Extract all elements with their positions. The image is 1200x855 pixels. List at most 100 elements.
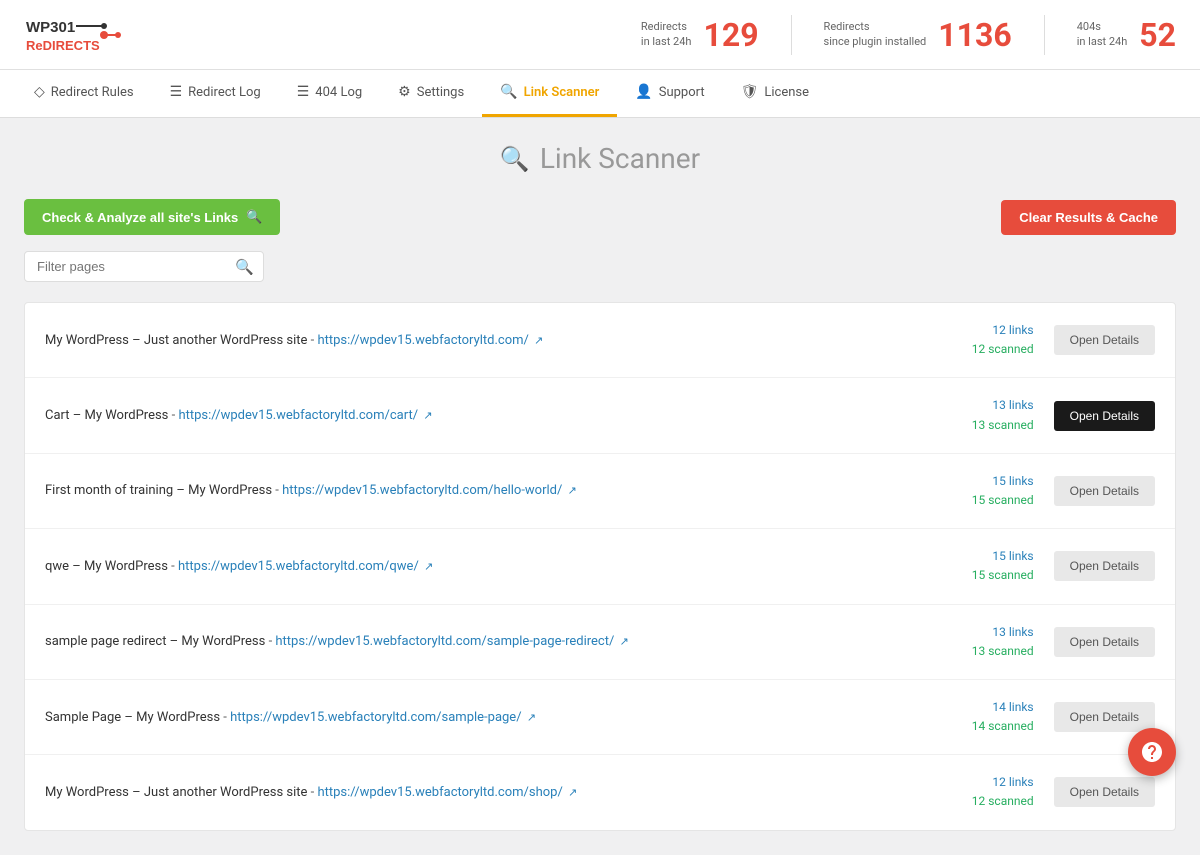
license-icon: 🛡 — [741, 84, 759, 100]
stat-redirects-24h-label: Redirects in last 24h — [641, 20, 692, 49]
stat-redirects-total-value: 1136 — [938, 19, 1011, 51]
external-link-icon: ↗ — [568, 786, 577, 799]
page-row: First month of training – My WordPress -… — [25, 454, 1175, 529]
redirect-log-icon: ☰ — [170, 84, 183, 100]
main-content: 🔍 Link Scanner Check & Analyze all site'… — [0, 118, 1200, 855]
external-link-icon: ↗ — [527, 711, 536, 724]
stat-links: 12 links — [972, 773, 1034, 792]
support-icon: 👤 — [635, 84, 652, 100]
open-details-button[interactable]: Open Details — [1054, 401, 1155, 431]
svg-text:WP301: WP301 — [26, 19, 75, 36]
external-link-icon: ↗ — [620, 635, 629, 648]
stat-404s-24h-label: 404s in last 24h — [1077, 20, 1128, 49]
stat-links: 13 links — [972, 623, 1034, 642]
page-row: qwe – My WordPress - https://wpdev15.web… — [25, 529, 1175, 604]
toolbar: Check & Analyze all site's Links 🔍 Clear… — [24, 199, 1176, 235]
page-title-text: Sample Page – My WordPress — [45, 710, 220, 725]
page-url[interactable]: https://wpdev15.webfactoryltd.com/sample… — [230, 710, 521, 725]
pages-list: My WordPress – Just another WordPress si… — [24, 302, 1176, 831]
page-url[interactable]: https://wpdev15.webfactoryltd.com/sample… — [275, 634, 614, 649]
tab-404-log[interactable]: ☰ 404 Log — [279, 70, 380, 117]
page-stats: 15 links 15 scanned — [972, 547, 1034, 585]
open-details-button[interactable]: Open Details — [1054, 777, 1155, 807]
floating-support-icon — [1140, 740, 1164, 764]
stat-scanned: 13 scanned — [972, 642, 1034, 661]
stat-scanned: 13 scanned — [972, 416, 1034, 435]
open-details-button[interactable]: Open Details — [1054, 325, 1155, 355]
open-details-button[interactable]: Open Details — [1054, 551, 1155, 581]
tab-license[interactable]: 🛡 License — [723, 70, 827, 117]
page-stats: 12 links 12 scanned — [972, 321, 1034, 359]
page-url[interactable]: https://wpdev15.webfactoryltd.com/cart/ — [178, 408, 418, 423]
page-stats: 14 links 14 scanned — [972, 698, 1034, 736]
divider-1 — [791, 15, 792, 55]
external-link-icon: ↗ — [424, 560, 433, 573]
stat-links: 15 links — [972, 547, 1034, 566]
stat-redirects-24h: Redirects in last 24h 129 — [641, 19, 759, 51]
page-row: sample page redirect – My WordPress - ht… — [25, 605, 1175, 680]
stat-scanned: 15 scanned — [972, 491, 1034, 510]
external-link-icon: ↗ — [534, 334, 543, 347]
stat-scanned: 15 scanned — [972, 566, 1034, 585]
page-title-text: First month of training – My WordPress — [45, 483, 272, 498]
stat-404s-24h: 404s in last 24h 52 — [1077, 19, 1176, 51]
stat-links: 15 links — [972, 472, 1034, 491]
stat-scanned: 12 scanned — [972, 340, 1034, 359]
page-title-text: qwe – My WordPress — [45, 559, 168, 574]
tab-redirect-rules[interactable]: ◇ Redirect Rules — [16, 70, 152, 117]
svg-text:ReDIRECTS: ReDIRECTS — [26, 38, 100, 53]
page-url[interactable]: https://wpdev15.webfactoryltd.com/ — [317, 333, 528, 348]
page-info: Cart – My WordPress - https://wpdev15.we… — [45, 408, 972, 423]
tab-support[interactable]: 👤 Support — [617, 70, 722, 117]
logo-area: WP301 ReDIRECTS — [24, 10, 134, 60]
page-title: Link Scanner — [540, 142, 700, 175]
stat-links: 12 links — [972, 321, 1034, 340]
page-stats: 15 links 15 scanned — [972, 472, 1034, 510]
filter-pages-input[interactable] — [24, 251, 264, 282]
page-title-text: My WordPress – Just another WordPress si… — [45, 333, 307, 348]
page-info: sample page redirect – My WordPress - ht… — [45, 634, 972, 649]
page-url[interactable]: https://wpdev15.webfactoryltd.com/hello-… — [282, 483, 562, 498]
page-info: First month of training – My WordPress -… — [45, 483, 972, 498]
page-row: Sample Page – My WordPress - https://wpd… — [25, 680, 1175, 755]
page-info: Sample Page – My WordPress - https://wpd… — [45, 710, 972, 725]
page-title-text: sample page redirect – My WordPress — [45, 634, 265, 649]
clear-cache-button[interactable]: Clear Results & Cache — [1001, 200, 1176, 235]
filter-input-wrap: 🔍 — [24, 251, 264, 282]
open-details-button[interactable]: Open Details — [1054, 476, 1155, 506]
link-scanner-icon: 🔍 — [500, 84, 517, 100]
nav-tabs: ◇ Redirect Rules ☰ Redirect Log ☰ 404 Lo… — [0, 70, 1200, 118]
open-details-button[interactable]: Open Details — [1054, 627, 1155, 657]
external-link-icon: ↗ — [423, 409, 432, 422]
page-row: My WordPress – Just another WordPress si… — [25, 755, 1175, 829]
check-analyze-button[interactable]: Check & Analyze all site's Links 🔍 — [24, 199, 280, 235]
page-title-text: My WordPress – Just another WordPress si… — [45, 785, 307, 800]
page-stats: 12 links 12 scanned — [972, 773, 1034, 811]
stat-scanned: 12 scanned — [972, 792, 1034, 811]
stat-redirects-24h-value: 129 — [703, 19, 758, 51]
page-row: Cart – My WordPress - https://wpdev15.we… — [25, 378, 1175, 453]
page-row: My WordPress – Just another WordPress si… — [25, 303, 1175, 378]
page-title-area: 🔍 Link Scanner — [24, 142, 1176, 175]
redirect-rules-icon: ◇ — [34, 84, 45, 100]
open-details-button[interactable]: Open Details — [1054, 702, 1155, 732]
logo: WP301 ReDIRECTS — [24, 10, 134, 60]
404-log-icon: ☰ — [297, 84, 310, 100]
stat-404s-24h-value: 52 — [1139, 19, 1176, 51]
page-info: qwe – My WordPress - https://wpdev15.web… — [45, 559, 972, 574]
filter-row: 🔍 — [24, 251, 1176, 282]
page-url[interactable]: https://wpdev15.webfactoryltd.com/qwe/ — [178, 559, 419, 574]
page-url[interactable]: https://wpdev15.webfactoryltd.com/shop/ — [317, 785, 562, 800]
tab-settings[interactable]: ⚙ Settings — [380, 70, 482, 117]
page-stats: 13 links 13 scanned — [972, 396, 1034, 434]
page-stats: 13 links 13 scanned — [972, 623, 1034, 661]
tab-redirect-log[interactable]: ☰ Redirect Log — [152, 70, 279, 117]
floating-support-button[interactable] — [1128, 728, 1176, 776]
header: WP301 ReDIRECTS Redirects in last 24h 12… — [0, 0, 1200, 70]
search-button-icon: 🔍 — [246, 209, 262, 225]
page-info: My WordPress – Just another WordPress si… — [45, 333, 972, 348]
page-title-icon: 🔍 — [500, 145, 530, 173]
page-info: My WordPress – Just another WordPress si… — [45, 785, 972, 800]
header-stats: Redirects in last 24h 129 Redirects sinc… — [641, 15, 1176, 55]
tab-link-scanner[interactable]: 🔍 Link Scanner — [482, 70, 617, 117]
